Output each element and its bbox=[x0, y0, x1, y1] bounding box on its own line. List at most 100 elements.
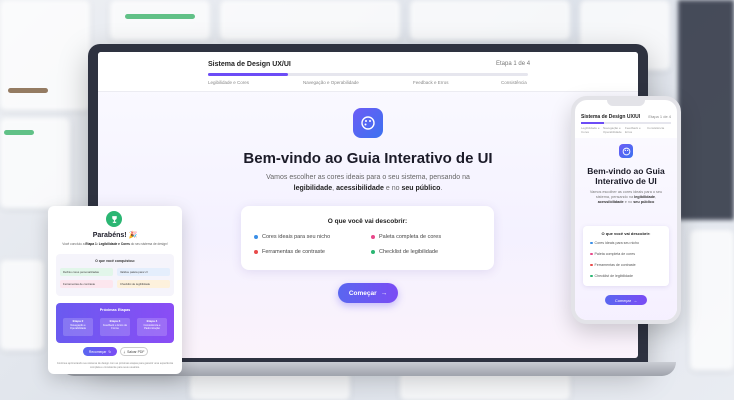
achievements-box: O que você conquistou: Definiu cores per… bbox=[56, 254, 174, 296]
bg-card bbox=[0, 0, 90, 110]
phone-hero-line1: Bem-vindo ao Guia bbox=[587, 166, 665, 176]
phone-discover-card: O que você vai descobrir: Cores ideais p… bbox=[583, 226, 669, 286]
hero-description: Vamos escolher as cores ideais para o se… bbox=[248, 172, 488, 194]
achievement-chip: Definiu cores personalizadas bbox=[60, 268, 113, 276]
hero-desc-legibility: legibilidade bbox=[293, 185, 333, 192]
achievement-chip: Checklist de legibilidade bbox=[117, 280, 170, 288]
bullet-dot bbox=[590, 241, 593, 245]
bullet-dot bbox=[254, 249, 258, 254]
next-step-card[interactable]: Etapa 2 Navegação e Operabilidade bbox=[63, 318, 93, 336]
restart-button[interactable]: Recomeçar ↻ bbox=[83, 347, 117, 356]
next-step-card[interactable]: Etapa 3 Feedback e Erros de Forma bbox=[100, 318, 130, 336]
bg-card bbox=[190, 372, 350, 400]
start-button-label: Começar bbox=[348, 289, 377, 297]
bg-card bbox=[690, 230, 734, 370]
phone-desc-accessibility: acessibilidade bbox=[597, 200, 624, 204]
next-step-card[interactable]: Etapa 4 Consistência e Padronização bbox=[137, 318, 167, 336]
phone-step-list: Legibilidade e CoresNavegação e Operabil… bbox=[581, 126, 675, 134]
bullet-dot bbox=[590, 263, 593, 267]
phone-progress-bar bbox=[581, 122, 671, 124]
bullet-dot bbox=[590, 274, 593, 278]
bullet-dot bbox=[254, 234, 258, 239]
progress-fill bbox=[208, 73, 288, 76]
trophy-icon bbox=[106, 211, 122, 227]
download-icon: ⤓ bbox=[123, 349, 126, 354]
step-4-label[interactable]: Consistência bbox=[501, 80, 527, 85]
discover-item: Paleta completa de cores bbox=[371, 234, 441, 240]
phone-step-1[interactable]: Legibilidade e Cores bbox=[581, 126, 603, 134]
next-step-label: Consistência e Padronização bbox=[143, 323, 161, 331]
phone-system-title: Sistema de Design UX/UI bbox=[581, 114, 641, 120]
start-button[interactable]: Começar → bbox=[338, 283, 398, 303]
progress-bar bbox=[208, 73, 528, 76]
phone-mockup: Sistema de Design UX/UI Etapa 1 de 4 Leg… bbox=[571, 96, 681, 324]
restart-button-label: Recomeçar bbox=[88, 349, 107, 354]
bg-bar bbox=[8, 88, 48, 93]
phone-hero-title: Bem-vindo ao Guia Interativo de UI bbox=[575, 166, 677, 186]
next-step-label: Feedback e Erros de Forma bbox=[102, 323, 128, 331]
phone-desc-legibility: legibilidade bbox=[634, 195, 656, 199]
bg-card bbox=[0, 260, 44, 350]
save-pdf-label: Salvar PDF bbox=[127, 349, 145, 354]
hero-title: Bem-vindo ao Guia Interativo de UI bbox=[243, 150, 493, 167]
refresh-icon: ↻ bbox=[108, 349, 112, 354]
phone-step-3[interactable]: Feedback e Erros bbox=[625, 126, 647, 134]
phone-hero-line2: Interativo de UI bbox=[595, 176, 657, 186]
hero-desc-text: Vamos escolher as cores ideais para o se… bbox=[266, 174, 470, 181]
achievements-title: O que você conquistou: bbox=[95, 259, 135, 263]
phone-step-2[interactable]: Navegação e Operabilidade bbox=[603, 126, 625, 134]
discover-title: O que você vai descobrir: bbox=[327, 218, 408, 225]
next-steps-panel: Próximas Etapas Etapa 2 Navegação e Opera… bbox=[56, 303, 174, 343]
phone-desc-audience: seu público bbox=[633, 200, 655, 204]
bullet-dot bbox=[371, 249, 375, 254]
phone-hero-description: Vamos escolher as cores ideais para o se… bbox=[583, 190, 669, 205]
congrats-sub-post: do seu sistema de design! bbox=[130, 242, 168, 246]
next-step-label: Navegação e Operabilidade bbox=[69, 323, 87, 331]
bg-bar bbox=[4, 130, 34, 135]
arrow-right-icon: → bbox=[380, 289, 388, 297]
palette-icon bbox=[353, 108, 383, 138]
congrats-sub-step: Etapa 1: Legibilidade e Cores bbox=[85, 242, 130, 246]
bullet-dot bbox=[371, 234, 375, 239]
bg-bar bbox=[125, 14, 195, 19]
discover-card: O que você vai descobrir: Cores ideais p… bbox=[241, 206, 494, 270]
phone-notch bbox=[607, 100, 645, 106]
discover-item: Checklist de legibilidade bbox=[371, 249, 438, 255]
step-indicator: Etapa 1 de 4 bbox=[496, 61, 531, 67]
discover-item: Cores ideais para seu nicho bbox=[254, 234, 330, 240]
congrats-footer: Continue aprimorando seu sistema de desi… bbox=[56, 362, 174, 369]
discover-item: Ferramentas de contraste bbox=[254, 249, 325, 255]
phone-discover-item: Checklist de legibilidade bbox=[590, 274, 633, 278]
hero-desc-sep: , bbox=[332, 185, 335, 192]
congrats-title: Parabéns! 🎉 bbox=[92, 232, 138, 239]
phone-body: Bem-vindo ao Guia Interativo de UI Vamos… bbox=[575, 138, 677, 320]
congrats-sub-pre: Você concluiu a bbox=[62, 242, 85, 246]
phone-step-indicator: Etapa 1 de 4 bbox=[648, 114, 671, 119]
phone-progress-fill bbox=[581, 122, 604, 124]
arrow-right-icon: → bbox=[633, 297, 638, 303]
phone-desc-sep: , bbox=[655, 195, 657, 199]
palette-icon bbox=[619, 144, 633, 158]
phone-start-label: Começar bbox=[614, 297, 632, 303]
achievement-chip: Validou paleta para UI bbox=[117, 268, 170, 276]
hero-desc-audience: seu público bbox=[401, 185, 441, 192]
hero-desc-end: . bbox=[440, 185, 443, 192]
bg-card bbox=[110, 0, 210, 40]
phone-desc-mid: e no bbox=[624, 200, 633, 204]
next-steps-title: Próximas Etapas bbox=[99, 308, 131, 312]
system-title: Sistema de Design UX/UI bbox=[208, 61, 291, 68]
save-pdf-button[interactable]: ⤓ Salvar PDF bbox=[120, 347, 148, 356]
phone-start-button[interactable]: Começar → bbox=[605, 295, 647, 305]
step-2-label[interactable]: Navegação e Operabilidade bbox=[303, 80, 359, 85]
hero-desc-mid: e no bbox=[385, 185, 400, 192]
phone-step-4[interactable]: Consistência bbox=[647, 126, 669, 130]
step-list: Legibilidade e Cores Navegação e Operabi… bbox=[208, 80, 528, 88]
phone-discover-item: Paleta completa de cores bbox=[590, 252, 635, 256]
achievement-chip: Ferramentas de contraste bbox=[60, 280, 113, 288]
bg-dark-panel bbox=[678, 0, 734, 220]
step-1-label[interactable]: Legibilidade e Cores bbox=[208, 80, 249, 85]
phone-discover-title: O que você vai descobrir: bbox=[601, 231, 651, 236]
step-3-label[interactable]: Feedback e Erros bbox=[413, 80, 449, 85]
bullet-dot bbox=[590, 252, 593, 256]
hero-desc-accessibility: acessibilidade bbox=[336, 185, 384, 192]
